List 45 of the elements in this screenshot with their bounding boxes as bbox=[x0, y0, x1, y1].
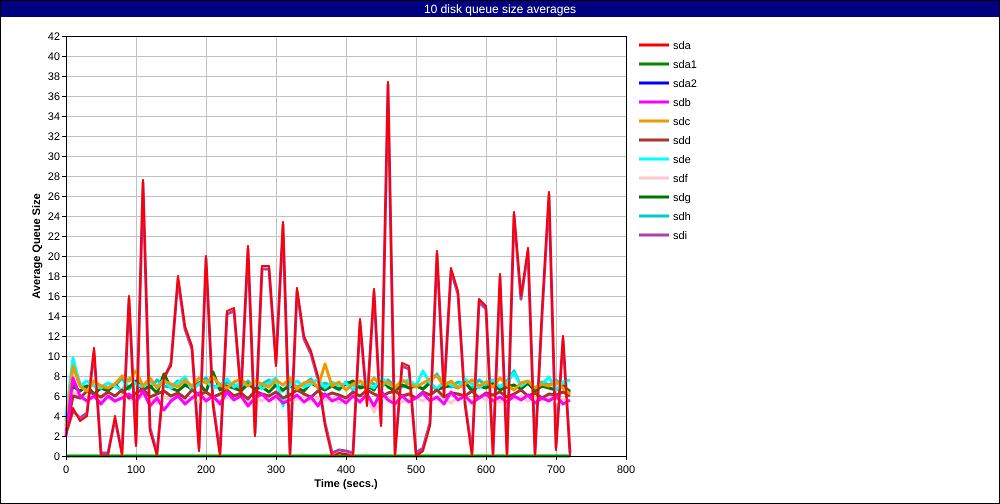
legend-label: sdf bbox=[673, 173, 688, 185]
legend-label: sdc bbox=[673, 116, 690, 128]
y-tick-label: 12 bbox=[48, 331, 60, 343]
x-tick-label: 0 bbox=[62, 464, 70, 476]
y-tick-label: 28 bbox=[48, 171, 60, 183]
y-tick-label: 38 bbox=[48, 71, 60, 83]
legend-label: sdd bbox=[673, 135, 691, 147]
y-tick-label: 2 bbox=[54, 431, 60, 443]
y-tick-label: 8 bbox=[54, 371, 60, 383]
y-tick-label: 24 bbox=[48, 211, 60, 223]
y-tick-label: 6 bbox=[54, 391, 60, 403]
x-tick-label: 700 bbox=[546, 464, 566, 476]
legend-label: sdi bbox=[673, 230, 688, 242]
y-tick-label: 34 bbox=[48, 111, 60, 123]
legend-label: sdb bbox=[673, 97, 691, 109]
x-tick-label: 300 bbox=[266, 464, 286, 476]
x-tick-label: 200 bbox=[196, 464, 216, 476]
legend-label: sdh bbox=[673, 211, 691, 223]
y-tick-label: 18 bbox=[48, 271, 60, 283]
y-tick-label: 22 bbox=[48, 231, 60, 243]
y-tick-label: 32 bbox=[48, 131, 60, 143]
x-tick-label: 600 bbox=[476, 464, 496, 476]
chart-title-bar: 10 disk queue size averages bbox=[1, 1, 999, 17]
x-axis-title: Time (secs.) bbox=[314, 478, 378, 490]
legend-label: sde bbox=[673, 154, 691, 166]
y-tick-label: 20 bbox=[48, 251, 60, 263]
legend-label: sda2 bbox=[673, 78, 697, 90]
y-tick-label: 36 bbox=[48, 91, 60, 103]
legend-label: sdg bbox=[673, 192, 691, 204]
y-tick-label: 4 bbox=[54, 411, 60, 423]
legend-label: sda1 bbox=[673, 59, 697, 71]
y-tick-label: 16 bbox=[48, 291, 60, 303]
x-tick-label: 100 bbox=[126, 464, 146, 476]
x-tick-label: 800 bbox=[616, 464, 636, 476]
x-tick-label: 400 bbox=[336, 464, 356, 476]
legend-label: sda bbox=[673, 40, 691, 52]
y-tick-label: 10 bbox=[48, 351, 60, 363]
y-tick-label: 26 bbox=[48, 191, 60, 203]
y-tick-label: 30 bbox=[48, 151, 60, 163]
y-tick-label: 40 bbox=[48, 51, 60, 63]
y-axis-title: Average Queue Size bbox=[31, 193, 43, 299]
x-tick-label: 500 bbox=[406, 464, 426, 476]
y-tick-label: 42 bbox=[48, 31, 60, 43]
y-tick-label: 14 bbox=[48, 311, 60, 323]
y-tick-label: 0 bbox=[54, 451, 60, 463]
